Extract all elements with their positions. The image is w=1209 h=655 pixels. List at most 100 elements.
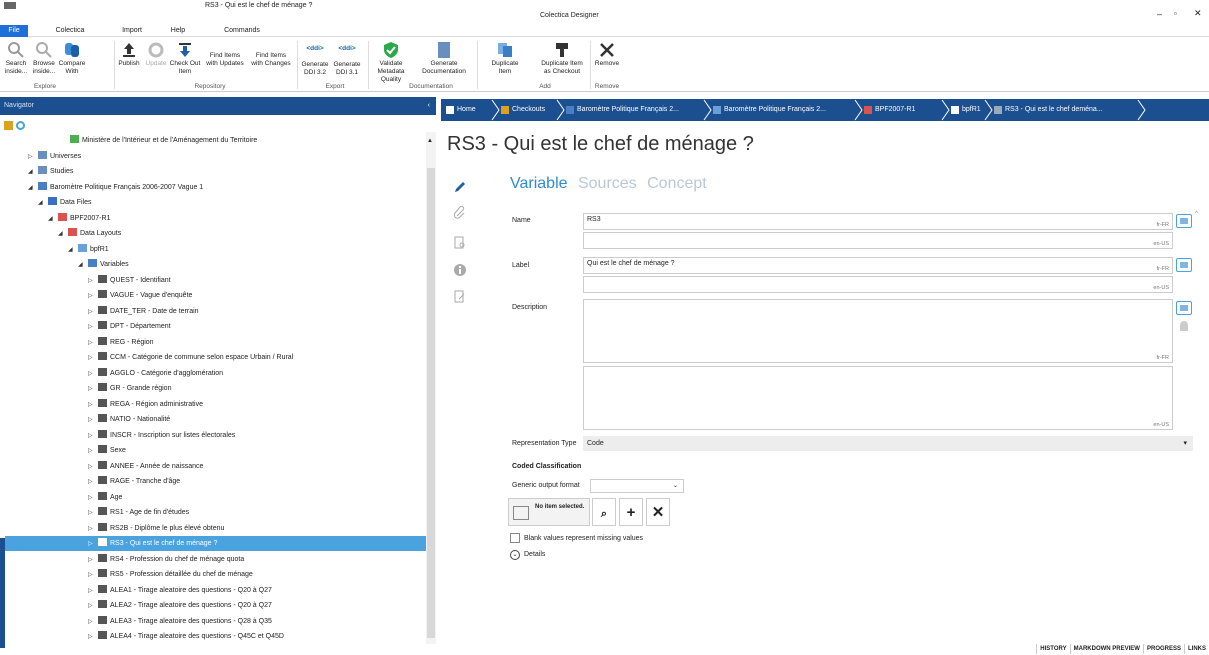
clear-code-list-button[interactable]: ✕ (646, 498, 670, 526)
description-en-field[interactable]: en-US (583, 366, 1173, 430)
document-link-icon[interactable] (453, 290, 467, 304)
menu-colectica[interactable]: Colectica (50, 25, 90, 37)
minimize-icon[interactable]: – (1157, 9, 1162, 19)
add-folder-icon[interactable] (4, 121, 13, 130)
collapse-toggle-icon[interactable]: ◢ (28, 165, 38, 180)
expand-toggle-icon[interactable]: ▷ (88, 599, 98, 614)
tree-item[interactable]: ▷ NATIO - Nationalité (88, 412, 170, 427)
breadcrumb-item[interactable]: Home (443, 103, 495, 117)
expand-toggle-icon[interactable]: ▷ (88, 615, 98, 630)
description-fr-field[interactable]: fr-FR (583, 299, 1173, 363)
tree-item[interactable]: ▷ Age (88, 490, 122, 505)
edit-pencil-icon[interactable] (453, 180, 467, 194)
tree-item[interactable]: ◢ Data Layouts (58, 226, 121, 241)
tree-item[interactable]: ▷ ALEA2 - Tirage aleatoire des questions … (88, 598, 272, 613)
expand-toggle-icon[interactable]: ▷ (88, 460, 98, 475)
menu-file[interactable]: File (0, 25, 28, 37)
restore-icon[interactable]: ▫ (1174, 9, 1177, 18)
close-window-icon[interactable]: ✕ (1194, 8, 1202, 19)
generate-ddi32-button[interactable]: <ddi> Generate DDI 3.2 (300, 39, 330, 77)
expand-toggle-icon[interactable]: ▷ (88, 553, 98, 568)
tree-item[interactable]: ◢ Baromètre Politique Français 2006-2007 … (28, 180, 203, 195)
generic-output-select[interactable]: ⌄ (590, 479, 684, 493)
find-items-changes-button[interactable]: Find Items with Changes (250, 52, 292, 68)
expand-toggle-icon[interactable]: ▷ (28, 150, 38, 165)
expand-toggle-icon[interactable]: ▷ (88, 305, 98, 320)
duplicate-checkout-button[interactable]: Duplicate Item as Checkout (537, 39, 587, 76)
tree-item[interactable]: ▷ Universes (28, 149, 81, 164)
scroll-up-icon[interactable]: ▲ (427, 138, 433, 144)
bottom-tab-history[interactable]: HISTORY (1036, 644, 1069, 654)
app-menu-icon[interactable] (4, 2, 16, 9)
expand-toggle-icon[interactable]: ▷ (88, 367, 98, 382)
publish-button[interactable]: Publish (115, 39, 143, 68)
search-code-list-button[interactable]: ⌕ (592, 498, 616, 526)
expand-toggle-icon[interactable]: ▷ (88, 320, 98, 335)
add-code-list-button[interactable]: + (619, 498, 643, 526)
expand-details-icon[interactable]: ⌄ (510, 550, 520, 560)
expand-toggle-icon[interactable]: ▷ (88, 382, 98, 397)
refresh-tree-icon[interactable] (16, 121, 25, 130)
tree-item[interactable]: ▷ RS4 - Profession du chef de ménage quot… (88, 552, 244, 567)
comment-button[interactable] (1176, 214, 1192, 228)
tab-variable[interactable]: Variable (510, 175, 568, 192)
blank-values-checkbox[interactable] (510, 533, 520, 543)
search-inside-button[interactable]: Search inside... (2, 39, 30, 76)
tree-item[interactable]: ▷ ALEA4 - Tirage aleatoire des questions … (88, 629, 284, 644)
scroll-up-arrow-icon[interactable]: ^ (1195, 211, 1198, 217)
tree-item[interactable]: ▷ REGA - Région administrative (88, 397, 203, 412)
tree-item[interactable]: ◢ BPF2007-R1 (48, 211, 110, 226)
expand-toggle-icon[interactable]: ▷ (88, 351, 98, 366)
breadcrumb-item[interactable]: BPF2007-R1 (861, 103, 945, 117)
expand-toggle-icon[interactable]: ▷ (88, 429, 98, 444)
details-label[interactable]: Details (524, 551, 545, 558)
tree-scroll-thumb[interactable] (427, 168, 435, 638)
expand-toggle-icon[interactable]: ▷ (88, 491, 98, 506)
info-icon[interactable] (453, 263, 467, 277)
code-list-picker[interactable]: No item selected. (508, 498, 590, 526)
tree-item[interactable]: ▷ GR - Grande région (88, 381, 171, 396)
collapse-toggle-icon[interactable]: ◢ (48, 212, 58, 227)
tree-item[interactable]: ◢ Variables (78, 257, 129, 272)
breadcrumb-item[interactable]: Baromètre Politique Français 2... (563, 103, 707, 117)
collapse-toggle-icon[interactable]: ◢ (68, 243, 78, 258)
tree-item[interactable]: ▷ AGGLO - Catégorie d'agglomération (88, 366, 223, 381)
breadcrumb-item[interactable]: RS3 - Qui est le chef deména... (991, 103, 1141, 117)
collapse-toggle-icon[interactable]: ◢ (38, 196, 48, 211)
generate-documentation-button[interactable]: Generate Documentation (414, 39, 474, 76)
expand-toggle-icon[interactable]: ▷ (88, 444, 98, 459)
tree-item[interactable]: ▷ RS2B - Diplôme le plus élevé obtenu (88, 521, 224, 536)
tree-item[interactable]: ▷ RAGE - Tranche d'âge (88, 474, 180, 489)
expand-toggle-icon[interactable]: ▷ (88, 584, 98, 599)
expand-toggle-icon[interactable]: ▷ (88, 537, 98, 552)
expand-toggle-icon[interactable]: ▷ (88, 274, 98, 289)
tree-item[interactable]: ▷ Sexe (88, 443, 126, 458)
browse-inside-button[interactable]: Browse inside... (30, 39, 58, 76)
expand-toggle-icon[interactable]: ▷ (88, 475, 98, 490)
document-search-icon[interactable] (453, 236, 467, 250)
tree-item[interactable]: ▷ DPT - Département (88, 319, 171, 334)
label-fr-field[interactable]: Qui est le chef de ménage ? fr-FR (583, 257, 1173, 274)
tree-item[interactable]: ▷ RS5 - Profession détaillée du chef de m… (88, 567, 253, 582)
representation-type-select[interactable]: Code ▾ (583, 436, 1193, 451)
expand-toggle-icon[interactable]: ▷ (88, 413, 98, 428)
expand-toggle-icon[interactable]: ▷ (88, 630, 98, 644)
find-items-updates-button[interactable]: Find Items with Updates (206, 52, 244, 68)
label-en-field[interactable]: en-US (583, 276, 1173, 293)
collapse-toggle-icon[interactable]: ◢ (78, 258, 88, 273)
breadcrumb-item[interactable]: Checkouts (498, 103, 560, 117)
menu-import[interactable]: Import (112, 25, 152, 37)
tree-item[interactable]: Ministère de l'Intérieur et de l'Aménage… (60, 133, 257, 148)
tree-item[interactable]: ▷ VAGUE - Vague d'enquête (88, 288, 192, 303)
tree-item[interactable]: ◢ bpfR1 (68, 242, 109, 257)
bottom-tab-markdown-preview[interactable]: MARKDOWN PREVIEW (1069, 644, 1143, 654)
bottom-tab-links[interactable]: LINKS (1184, 644, 1209, 654)
comment-button[interactable] (1176, 258, 1192, 272)
tree-item[interactable]: ▷ ALEA1 - Tirage aleatoire des questions … (88, 583, 272, 598)
compare-with-button[interactable]: Compare With (58, 39, 86, 76)
collapse-toggle-icon[interactable]: ◢ (58, 227, 68, 242)
breadcrumb-item[interactable]: Baromètre Politique Français 2... (710, 103, 858, 117)
check-out-item-button[interactable]: Check Out Item (168, 39, 202, 76)
tree-item[interactable]: ▷ REG - Région (88, 335, 154, 350)
expand-toggle-icon[interactable]: ▷ (88, 522, 98, 537)
